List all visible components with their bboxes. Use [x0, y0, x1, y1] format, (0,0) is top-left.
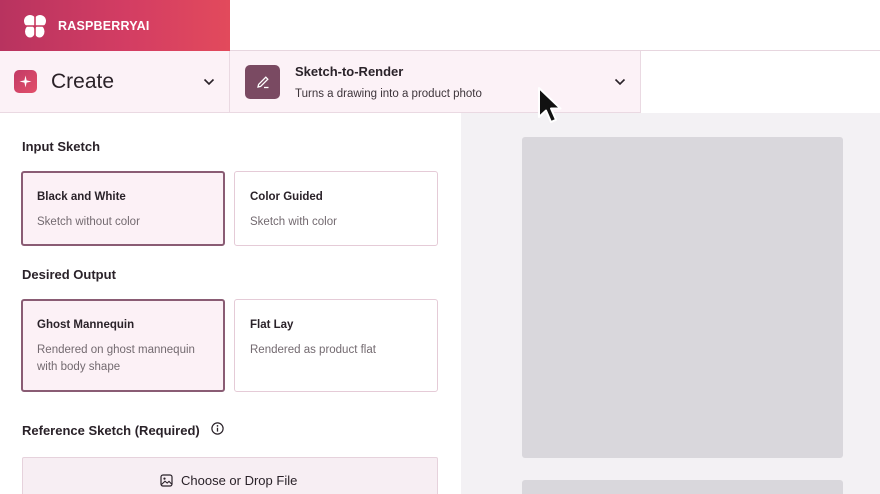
chevron-down-icon	[614, 78, 626, 86]
tool-dropdown[interactable]: Sketch-to-Render Turns a drawing into a …	[230, 51, 641, 113]
option-black-and-white[interactable]: Black and White Sketch without color	[21, 171, 225, 246]
desired-output-heading: Desired Output	[22, 267, 116, 282]
option-description: Rendered on ghost mannequin with body sh…	[37, 344, 195, 373]
top-bar	[230, 0, 880, 51]
option-title: Black and White	[37, 191, 126, 203]
mouse-cursor-icon	[538, 87, 562, 123]
selector-row: Create Sketch-to-Render Turns a drawing …	[0, 51, 880, 113]
settings-panel: Input Sketch Black and White Sketch with…	[0, 113, 461, 494]
file-dropzone[interactable]: Choose or Drop File	[22, 457, 438, 494]
option-color-guided[interactable]: Color Guided Sketch with color	[234, 171, 438, 246]
raspberry-logo-icon	[24, 14, 46, 37]
option-description: Sketch without color	[37, 216, 140, 228]
option-title: Color Guided	[250, 191, 323, 203]
option-description: Rendered as product flat	[250, 344, 376, 356]
brand-bar: RASPBERRYAI	[0, 0, 230, 51]
tool-description: Turns a drawing into a product photo	[295, 88, 482, 100]
preview-placeholder	[522, 480, 843, 494]
option-ghost-mannequin[interactable]: Ghost Mannequin Rendered on ghost manneq…	[21, 299, 225, 392]
option-description: Sketch with color	[250, 216, 337, 228]
option-title: Ghost Mannequin	[37, 319, 135, 331]
chevron-down-icon	[203, 78, 215, 86]
upload-label: Choose or Drop File	[181, 473, 298, 488]
reference-sketch-heading: Reference Sketch (Required)	[22, 423, 200, 438]
pencil-icon	[245, 65, 280, 99]
mode-label: Create	[51, 69, 115, 93]
brand-name: RASPBERRYAI	[58, 18, 150, 33]
selector-row-spacer	[641, 51, 880, 113]
option-flat-lay[interactable]: Flat Lay Rendered as product flat	[234, 299, 438, 392]
info-icon[interactable]	[211, 422, 224, 435]
sparkle-icon	[14, 70, 37, 93]
input-sketch-heading: Input Sketch	[22, 139, 101, 154]
tool-title: Sketch-to-Render	[295, 64, 404, 79]
mode-dropdown[interactable]: Create	[0, 51, 230, 113]
preview-placeholder	[522, 137, 843, 458]
preview-area	[461, 113, 880, 494]
image-icon	[160, 474, 173, 487]
option-title: Flat Lay	[250, 319, 294, 331]
